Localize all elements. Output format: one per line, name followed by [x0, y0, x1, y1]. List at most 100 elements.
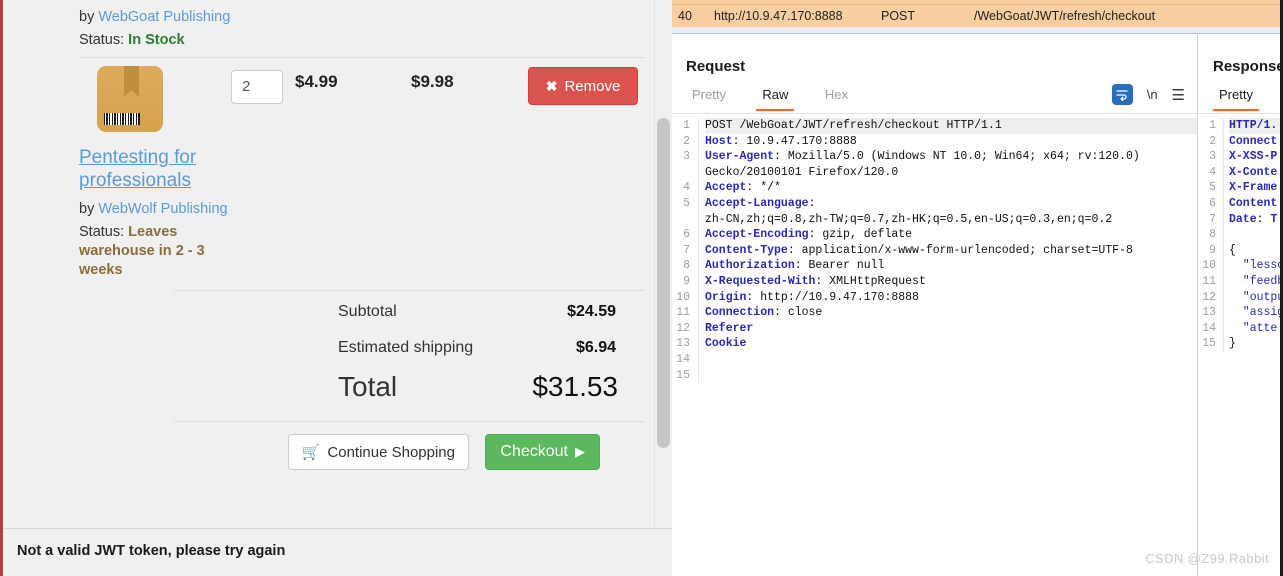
- history-host: http://10.9.47.170:8888: [714, 9, 843, 23]
- item2-unit-price: $4.99: [295, 72, 338, 91]
- hdr-key: Host: [705, 134, 733, 148]
- ln: 7: [1209, 212, 1216, 226]
- request-line-wrap: zh-CN,zh;q=0.8,zh-TW;q=0.7,zh-HK;q=0.5,e…: [705, 212, 1113, 226]
- screenshot-root: by WebGoat Publishing Status: In Stock $…: [0, 0, 1283, 576]
- request-line-wrap: Gecko/20100101 Firefox/120.0: [705, 165, 899, 179]
- ln: 7: [683, 243, 690, 257]
- request-line: Origin: http://10.9.47.170:8888: [705, 290, 1197, 306]
- request-line: Content-Type: application/x-www-form-url…: [705, 243, 1197, 259]
- response-tab-underline: [1199, 113, 1283, 114]
- hdr-key: Accept: [705, 181, 747, 195]
- remove-button[interactable]: ✖ Remove: [528, 67, 638, 105]
- word-wrap-icon[interactable]: [1111, 84, 1133, 105]
- response-line: X-XSS-P: [1229, 150, 1278, 164]
- hdr-val: : XMLHttpRequest: [815, 274, 926, 288]
- item1-byline: by WebGoat Publishing: [79, 0, 644, 27]
- response-line: Connect: [1229, 134, 1278, 148]
- hdr-val: : gzip, deflate: [808, 228, 913, 242]
- history-url: /WebGoat/JWT/refresh/checkout: [974, 9, 1156, 23]
- item2-publisher-link[interactable]: WebWolf Publishing: [98, 201, 227, 217]
- cart-actions: 🛒 Continue Shopping Checkout ▶: [79, 422, 644, 478]
- ln: 2: [683, 134, 690, 148]
- history-id: 40: [678, 9, 692, 23]
- response-pane: Response Pretty 1 2 3 4 5 6 7 8 9 10 11 …: [1199, 34, 1283, 576]
- item2-title-link[interactable]: Pentesting for professionals: [79, 146, 224, 192]
- ln: 11: [676, 306, 690, 320]
- hdr-val: : Mozilla/5.0 (Windows NT 10.0; Win64; x…: [774, 150, 1140, 164]
- tab-hex[interactable]: Hex: [819, 84, 854, 109]
- webgoat-cart-panel: by WebGoat Publishing Status: In Stock $…: [0, 0, 672, 576]
- menu-hamburger-icon[interactable]: ☰: [1172, 86, 1185, 104]
- request-toolbar: \n ☰: [1111, 84, 1185, 105]
- hdr-key: Authorization: [705, 259, 795, 273]
- hdr-key: Content-Type: [705, 243, 788, 257]
- shipping-row: Estimated shipping $6.94: [79, 333, 644, 369]
- tab-pretty[interactable]: Pretty: [686, 84, 732, 109]
- hdr-key: Accept-Language: [705, 196, 809, 210]
- checkout-button[interactable]: Checkout ▶: [485, 434, 600, 470]
- tab-response-pretty[interactable]: Pretty: [1213, 84, 1259, 111]
- jwt-error-bar: Not a valid JWT token, please try again: [3, 528, 672, 576]
- watermark: CSDN @Z99.Rabbit: [1145, 551, 1269, 566]
- hdr-key: Connection: [705, 306, 775, 320]
- request-tabstrip: Pretty Raw Hex \n ☰: [672, 84, 1197, 114]
- burp-suite-panel: 40 http://10.9.47.170:8888 POST /WebGoat…: [672, 0, 1283, 576]
- request-line: Accept: */*: [705, 180, 1197, 196]
- response-lines: HTTP/1. Connect X-XSS-P X-Conte X-Frame …: [1223, 118, 1283, 352]
- ln: 13: [1202, 306, 1216, 320]
- ln: 3: [1209, 150, 1216, 164]
- item2-status-label: Status:: [79, 224, 129, 240]
- item1-publisher-link[interactable]: WebGoat Publishing: [98, 9, 230, 25]
- response-line: "assig: [1229, 306, 1283, 320]
- summary-divider: [174, 290, 644, 291]
- item2-status: Status: Leaves warehouse in 2 - 3 weeks: [79, 223, 229, 280]
- request-line: User-Agent: Mozilla/5.0 (Windows NT 10.0…: [705, 149, 1197, 165]
- ln: 3: [683, 150, 690, 164]
- response-line: X-Conte: [1229, 165, 1278, 179]
- cart-scrollbar[interactable]: [654, 0, 672, 576]
- ln: 2: [1209, 134, 1216, 148]
- checkout-label: Checkout: [500, 443, 568, 460]
- item1-status-value: In Stock: [128, 32, 185, 48]
- remove-button-label: Remove: [564, 77, 621, 95]
- response-line: Date: T: [1229, 212, 1278, 226]
- ln: 13: [676, 337, 690, 351]
- request-line: Authorization: Bearer null: [705, 258, 1197, 274]
- response-code-view[interactable]: 1 2 3 4 5 6 7 8 9 10 11 12 13 14 15 HTTP…: [1199, 118, 1283, 352]
- hdr-key: Cookie: [705, 337, 747, 351]
- ln: 15: [676, 368, 690, 382]
- request-line: POST /WebGoat/JWT/refresh/checkout HTTP/…: [705, 118, 1197, 134]
- request-line: Accept-Encoding: gzip, deflate: [705, 227, 1197, 243]
- subtotal-label: Subtotal: [338, 303, 397, 320]
- item2-line-total: $9.98: [411, 72, 454, 91]
- cart-summary: Subtotal $24.59 Estimated shipping $6.94…: [79, 297, 644, 419]
- ln: 8: [1209, 228, 1216, 242]
- play-triangle-icon: ▶: [575, 444, 585, 459]
- ln: 1: [1209, 119, 1216, 132]
- hdr-key: Accept-Encoding: [705, 228, 809, 242]
- continue-shopping-button[interactable]: 🛒 Continue Shopping: [287, 434, 469, 470]
- continue-shopping-label: Continue Shopping: [327, 443, 455, 461]
- newline-toggle-icon[interactable]: \n: [1147, 87, 1158, 102]
- item1-by-prefix: by: [79, 9, 99, 25]
- ln: 5: [1209, 181, 1216, 195]
- hdr-val: : application/x-www-form-urlencoded; cha…: [787, 243, 1133, 257]
- total-label: Total: [338, 371, 398, 402]
- request-code-view[interactable]: 1 2 3 4 5 6 7 8 9 10 11 12 13 14 15 POST…: [672, 118, 1197, 384]
- tab-raw[interactable]: Raw: [756, 84, 795, 111]
- cart-item-1: by WebGoat Publishing Status: In Stock: [79, 0, 644, 50]
- history-row-selected[interactable]: 40 http://10.9.47.170:8888 POST /WebGoat…: [672, 5, 1283, 27]
- response-line: [1229, 227, 1283, 243]
- ln: 10: [1202, 259, 1216, 273]
- response-line: "feedb: [1229, 274, 1283, 288]
- item1-status: Status: In Stock: [79, 31, 644, 50]
- hdr-key: User-Agent: [705, 150, 775, 164]
- cart-item-2: $4.99 $9.98 ✖ Remove Pentesting for prof…: [79, 58, 644, 280]
- hdr-val: : */*: [746, 181, 781, 195]
- request-line: Accept-Language:: [705, 196, 1197, 212]
- hdr-key: X-Requested-With: [705, 274, 816, 288]
- cart-scrollbar-thumb[interactable]: [657, 118, 670, 448]
- subtotal-row: Subtotal $24.59: [79, 297, 644, 333]
- hdr-val: : http://10.9.47.170:8888: [746, 290, 919, 304]
- quantity-input[interactable]: [231, 70, 283, 104]
